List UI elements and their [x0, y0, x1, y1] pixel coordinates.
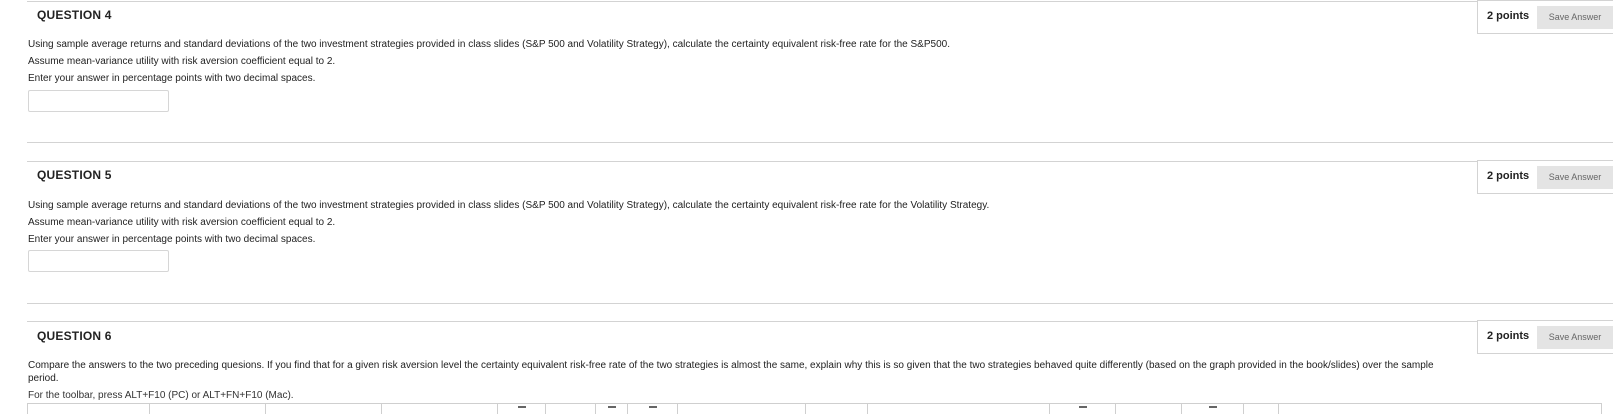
question-4-text-line-3: Enter your answer in percentage points w…	[28, 73, 316, 84]
question-6-save-answer-button[interactable]: Save Answer	[1537, 326, 1613, 349]
toolbar-media-group[interactable]	[868, 404, 1050, 414]
question-5-text-line-3: Enter your answer in percentage points w…	[28, 234, 316, 245]
question-4-divider	[27, 1, 1613, 2]
question-5-text-line-2: Assume mean-variance utility with risk a…	[28, 217, 336, 228]
toolbar-outdent-button[interactable]	[628, 404, 678, 414]
toolbar-font-dropdown[interactable]	[150, 404, 266, 414]
question-4-answer-input[interactable]	[28, 90, 169, 112]
toolbar-html-button[interactable]	[1244, 404, 1279, 414]
toolbar-insert-group[interactable]	[678, 404, 806, 414]
question-5-points-box: 2 points Save Answer	[1477, 160, 1613, 194]
question-4-text-line-2: Assume mean-variance utility with risk a…	[28, 56, 336, 67]
toolbar-align-button[interactable]	[546, 404, 596, 414]
toolbar-math-button[interactable]	[1050, 404, 1116, 414]
toolbar-style-dropdown[interactable]	[382, 404, 498, 414]
question-4-text-line-1: Using sample average returns and standar…	[28, 39, 950, 50]
math-icon	[1078, 406, 1087, 408]
question-5-title: QUESTION 5	[37, 168, 112, 182]
toolbar-format-dropdown[interactable]	[28, 404, 150, 414]
question-6-title: QUESTION 6	[37, 329, 112, 343]
question-6-text-line-2: period.	[28, 373, 59, 384]
question-5-answer-input[interactable]	[28, 250, 169, 272]
question-4-bottom-divider	[27, 142, 1613, 143]
question-5-divider	[27, 161, 1613, 162]
question-5-bottom-divider	[27, 303, 1613, 304]
toolbar-spellcheck-button[interactable]	[1116, 404, 1182, 414]
toolbar-more-button[interactable]	[1279, 404, 1601, 414]
table-icon	[1208, 406, 1217, 408]
toolbar-table-button[interactable]	[1182, 404, 1244, 414]
question-6-points-box: 2 points Save Answer	[1477, 320, 1613, 354]
outdent-icon	[648, 406, 657, 408]
question-4-points: 2 points	[1487, 10, 1530, 22]
question-5-save-answer-button[interactable]: Save Answer	[1537, 166, 1613, 189]
toolbar-indent-button[interactable]	[596, 404, 628, 414]
question-4-save-answer-button[interactable]: Save Answer	[1537, 6, 1613, 29]
question-6-divider	[27, 321, 1613, 322]
question-6-points: 2 points	[1487, 330, 1530, 342]
toolbar-link-button[interactable]	[806, 404, 868, 414]
question-4-title: QUESTION 4	[37, 8, 112, 22]
editor-toolbar	[27, 403, 1602, 414]
assessment-page: QUESTION 4 2 points Save Answer Using sa…	[0, 0, 1613, 414]
list-icon	[517, 406, 526, 408]
toolbar-size-dropdown[interactable]	[266, 404, 382, 414]
question-5-text-line-1: Using sample average returns and standar…	[28, 200, 990, 211]
toolbar-list-button[interactable]	[498, 404, 546, 414]
question-4-points-box: 2 points Save Answer	[1477, 0, 1613, 34]
question-5-points: 2 points	[1487, 170, 1530, 182]
question-6-text-line-1: Compare the answers to the two preceding…	[28, 360, 1434, 371]
toolbar-hint: For the toolbar, press ALT+F10 (PC) or A…	[28, 390, 294, 401]
indent-icon	[607, 406, 616, 408]
